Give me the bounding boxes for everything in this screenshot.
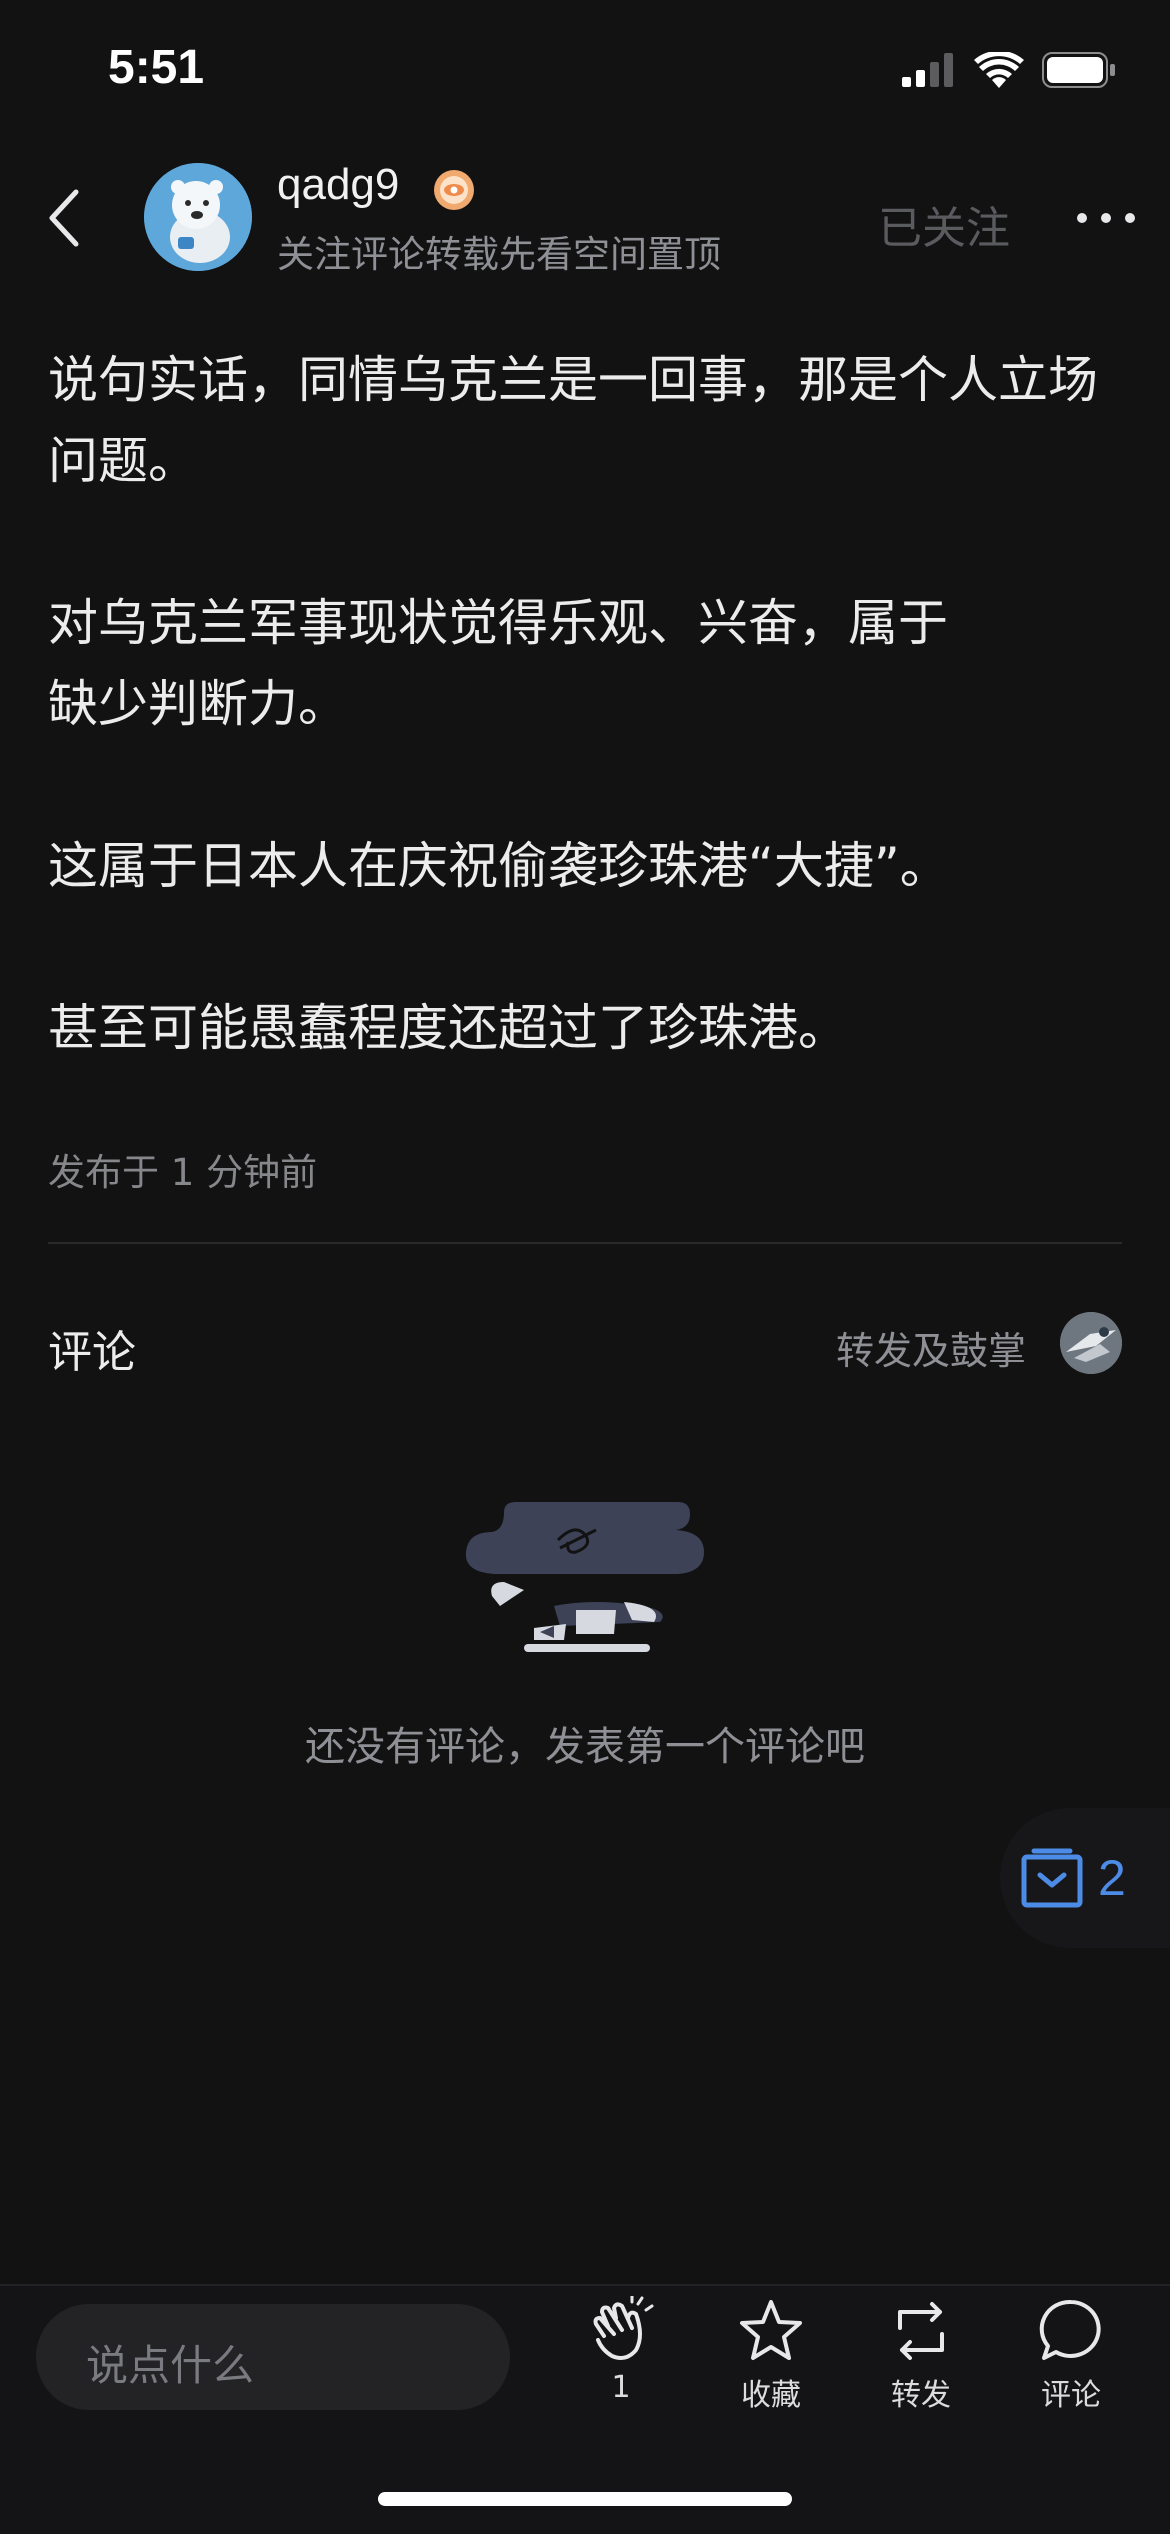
clap-count: 1 xyxy=(611,2370,631,2405)
favorite-label: 收藏 xyxy=(741,2378,801,2413)
inbox-box-icon xyxy=(1021,1848,1083,1908)
repost-label: 转发 xyxy=(891,2378,951,2413)
post-paragraph: 说句实话，同情乌克兰是一回事，那是个人立场问题。 xyxy=(48,351,1098,490)
status-icons xyxy=(902,52,1116,88)
reposts-and-claps-link[interactable]: 转发及鼓掌 xyxy=(836,1320,1026,1375)
empty-comments-illustration xyxy=(464,1502,708,1672)
battery-icon xyxy=(1042,52,1115,88)
repost-user-avatar[interactable] xyxy=(1060,1312,1122,1374)
author-username[interactable]: qadg9 xyxy=(277,160,399,210)
post-paragraph: 甚至可能愚蠢程度还超过了珍珠港。 xyxy=(48,999,848,1057)
chevron-left-icon xyxy=(49,189,79,247)
post-body: 说句实话，同情乌克兰是一回事，那是个人立场问题。 对乌克兰军事现状觉得乐观、兴奋… xyxy=(48,340,1118,1069)
empty-comments-text: 还没有评论，发表第一个评论吧 xyxy=(305,1724,865,1770)
repost-button[interactable]: 转发 xyxy=(856,2296,986,2414)
comments-title: 评论 xyxy=(48,1327,136,1378)
back-button[interactable] xyxy=(40,182,92,254)
author-bio: 关注评论转载先看空间置顶 xyxy=(277,233,721,276)
cellular-signal-icon xyxy=(902,53,953,87)
favorite-button[interactable]: 收藏 xyxy=(706,2296,836,2414)
author-avatar[interactable] xyxy=(144,163,252,271)
star-icon xyxy=(740,2300,802,2360)
verified-badge-icon xyxy=(432,168,476,212)
clap-button[interactable]: 1 xyxy=(556,2296,686,2405)
repost-arrows-icon xyxy=(898,2302,944,2360)
post-paragraph: 对乌克兰军事现状觉得乐观、兴奋，属于缺少判断力。 xyxy=(48,594,948,733)
publish-time: 发布于 1 分钟前 xyxy=(48,1151,318,1194)
more-options-button[interactable] xyxy=(1074,208,1138,228)
comment-input-placeholder: 说点什么 xyxy=(86,2341,255,2390)
status-time: 5:51 xyxy=(108,41,205,94)
follow-button[interactable]: 已关注 xyxy=(878,192,1010,256)
wifi-icon xyxy=(974,52,1024,88)
home-indicator xyxy=(378,2492,792,2506)
post-paragraph: 这属于日本人在庆祝偷袭珍珠港“大捷”。 xyxy=(48,837,950,895)
floating-count: 2 xyxy=(1098,1850,1126,1906)
user-avatar-icon xyxy=(1060,1312,1122,1374)
comment-bubble-icon xyxy=(1039,2299,1101,2360)
comment-button[interactable]: 评论 xyxy=(1006,2296,1136,2414)
more-dots-icon xyxy=(1077,213,1135,223)
floating-collection-button[interactable]: 2 xyxy=(1000,1808,1170,1948)
clap-hands-icon xyxy=(593,2296,654,2360)
divider xyxy=(48,1242,1122,1244)
comment-label: 评论 xyxy=(1041,2378,1101,2413)
polar-bear-avatar-icon xyxy=(144,163,252,271)
